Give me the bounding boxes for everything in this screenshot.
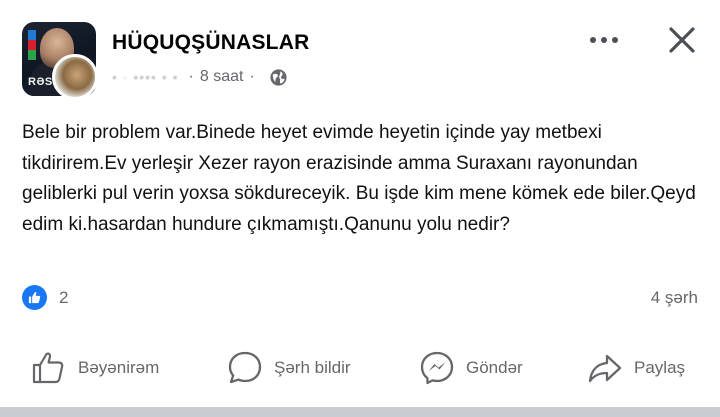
like-button[interactable]: Bəyənirəm [30,342,159,394]
more-options-icon[interactable] [584,28,624,52]
post-time[interactable]: 8 saat [200,68,244,86]
comment-button[interactable]: Şərh bildir [226,342,351,394]
like-icon [32,352,64,384]
globe-icon [270,68,287,86]
comment-icon [228,351,262,384]
meta-separator: · [188,68,194,85]
share-button[interactable]: Paylaş [586,342,685,394]
group-name[interactable]: HÜQUQŞÜNASLAR [112,31,309,55]
author-avatar[interactable] [52,54,98,100]
action-bar: Bəyənirəm Şərh bildir Göndər Paylaş [0,342,720,394]
meta-separator-2: · [249,68,255,85]
share-icon [588,354,622,383]
send-button-label: Göndər [466,358,523,377]
like-badge-icon[interactable] [22,285,47,310]
comment-button-label: Şərh bildir [274,358,351,377]
like-button-label: Bəyənirəm [78,358,160,377]
post-body-text: Bele bir problem var.Binede heyet evimde… [22,122,696,235]
feed-divider [0,407,720,417]
author-name[interactable]: • · •••• • • [112,69,179,85]
avatar-logo-text: RƏS [28,76,53,88]
share-button-label: Paylaş [634,358,686,377]
comment-count[interactable]: 4 şərh [651,288,698,308]
messenger-icon [420,351,454,385]
post-meta: • · •••• • • · 8 saat · [112,66,288,88]
post-card: RƏS HÜQUQŞÜNASLAR • · •••• • • · 8 saat … [0,0,720,407]
post-stats: 2 4 şərh [22,285,698,311]
close-icon[interactable] [664,22,700,58]
post-header: RƏS HÜQUQŞÜNASLAR • · •••• • • · 8 saat … [22,22,712,100]
like-count[interactable]: 2 [59,288,68,308]
flag-graphic [28,30,36,60]
send-button[interactable]: Göndər [418,342,523,394]
